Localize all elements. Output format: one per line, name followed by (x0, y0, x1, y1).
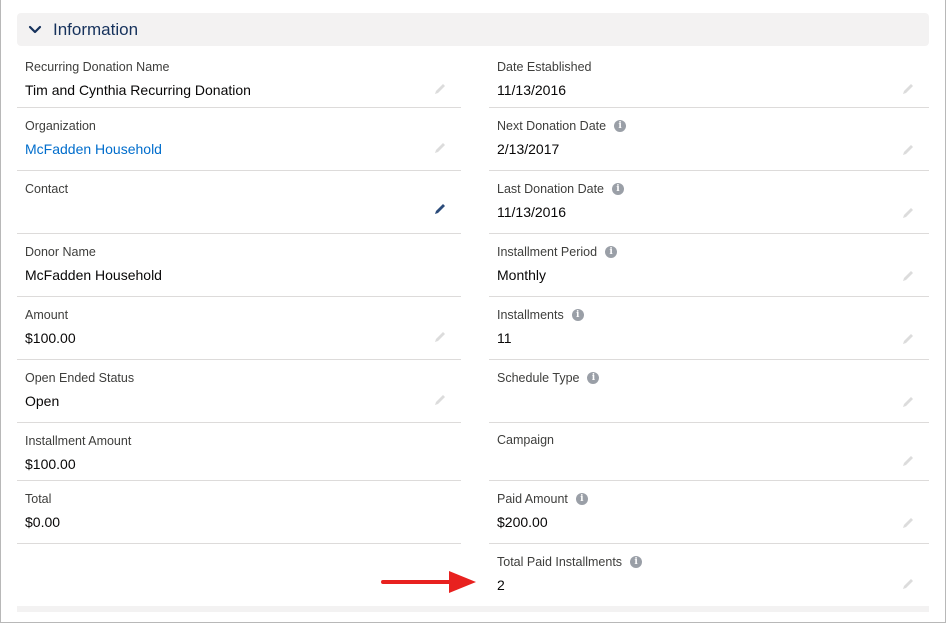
info-icon[interactable]: i (630, 556, 643, 568)
field-installment-amount: Installment Amount $100.00 (17, 423, 461, 481)
field-label: Installment Amount (25, 434, 132, 448)
edit-pencil-icon[interactable] (433, 82, 447, 96)
field-label-text: Installment Period (497, 245, 598, 259)
field-amount: Amount $100.00 (17, 297, 461, 360)
section-title: Information (53, 19, 139, 39)
info-icon[interactable]: i (605, 246, 618, 258)
field-installment-period: Installment Period i Monthly (489, 234, 929, 297)
field-label: Date Established (497, 60, 592, 74)
field-label: Contact (25, 182, 69, 196)
edit-pencil-icon[interactable] (901, 269, 915, 283)
field-label: Total Paid Installments i (497, 555, 643, 569)
field-value: $100.00 (25, 330, 76, 346)
field-label: Donor Name (25, 245, 96, 259)
field-label: Total (25, 492, 52, 506)
field-label: Installments i (497, 308, 584, 322)
info-icon[interactable]: i (575, 493, 588, 505)
field-donor-name: Donor Name McFadden Household (17, 234, 461, 297)
section-footer-band (17, 606, 929, 612)
field-value: 11/13/2016 (497, 82, 567, 98)
right-field-column: Date Established 11/13/2016 Next Donatio… (489, 52, 929, 607)
field-value: McFadden Household (25, 267, 162, 283)
field-value: $100.00 (25, 456, 76, 472)
edit-pencil-icon[interactable] (901, 577, 915, 591)
information-section-header[interactable]: Information (17, 13, 929, 46)
field-label: Last Donation Date i (497, 182, 625, 196)
field-value: 2/13/2017 (497, 141, 560, 157)
field-label-text: Total Paid Installments (497, 555, 623, 569)
field-recurring-donation-name: Recurring Donation Name Tim and Cynthia … (17, 52, 461, 108)
field-total: Total $0.00 (17, 481, 461, 544)
field-label: Recurring Donation Name (25, 60, 170, 74)
edit-pencil-icon[interactable] (901, 454, 915, 468)
chevron-down-icon[interactable] (17, 13, 53, 46)
field-label: Open Ended Status (25, 371, 135, 385)
field-total-paid-installments: Total Paid Installments i 2 (489, 544, 929, 607)
field-organization: Organization McFadden Household (17, 108, 461, 171)
edit-pencil-icon[interactable] (433, 330, 447, 344)
field-value: Monthly (497, 267, 547, 283)
field-label-text: Schedule Type (497, 371, 580, 385)
edit-pencil-icon[interactable] (901, 332, 915, 346)
edit-pencil-icon[interactable] (433, 393, 447, 407)
field-value: 11/13/2016 (497, 204, 567, 220)
field-label: Schedule Type i (497, 371, 600, 385)
field-label: Paid Amount i (497, 492, 588, 506)
field-date-established: Date Established 11/13/2016 (489, 52, 929, 108)
field-label: Next Donation Date i (497, 119, 627, 133)
info-icon[interactable]: i (614, 120, 627, 132)
left-field-column: Recurring Donation Name Tim and Cynthia … (17, 52, 461, 544)
field-label: Organization (25, 119, 96, 133)
field-label-text: Last Donation Date (497, 182, 605, 196)
organization-link[interactable]: McFadden Household (25, 141, 162, 157)
red-arrow-annotation-icon (381, 571, 476, 593)
field-last-donation-date: Last Donation Date i 11/13/2016 (489, 171, 929, 234)
field-label: Amount (25, 308, 69, 322)
field-open-ended-status: Open Ended Status Open (17, 360, 461, 423)
info-icon[interactable]: i (587, 372, 600, 384)
edit-pencil-icon[interactable] (901, 395, 915, 409)
field-label: Campaign (497, 433, 554, 447)
field-label-text: Next Donation Date (497, 119, 607, 133)
edit-pencil-icon[interactable] (901, 206, 915, 220)
field-label: Installment Period i (497, 245, 618, 259)
edit-pencil-icon[interactable] (901, 82, 915, 96)
info-icon[interactable]: i (571, 309, 584, 321)
edit-pencil-icon[interactable] (433, 202, 447, 216)
field-value: Tim and Cynthia Recurring Donation (25, 82, 251, 98)
field-contact: Contact (17, 171, 461, 234)
field-value: Open (25, 393, 60, 409)
edit-pencil-icon[interactable] (901, 516, 915, 530)
field-label-text: Paid Amount (497, 492, 568, 506)
record-detail-panel: Information Recurring Donation Name Tim … (0, 0, 946, 623)
info-icon[interactable]: i (612, 183, 625, 195)
field-paid-amount: Paid Amount i $200.00 (489, 481, 929, 544)
field-value: 11 (497, 330, 512, 346)
edit-pencil-icon[interactable] (901, 143, 915, 157)
edit-pencil-icon[interactable] (433, 141, 447, 155)
field-label-text: Installments (497, 308, 564, 322)
field-next-donation-date: Next Donation Date i 2/13/2017 (489, 108, 929, 171)
field-installments: Installments i 11 (489, 297, 929, 360)
field-value: 2 (497, 577, 505, 593)
field-schedule-type: Schedule Type i (489, 360, 929, 423)
field-value: $200.00 (497, 514, 548, 530)
field-value: $0.00 (25, 514, 61, 530)
field-campaign: Campaign (489, 423, 929, 481)
